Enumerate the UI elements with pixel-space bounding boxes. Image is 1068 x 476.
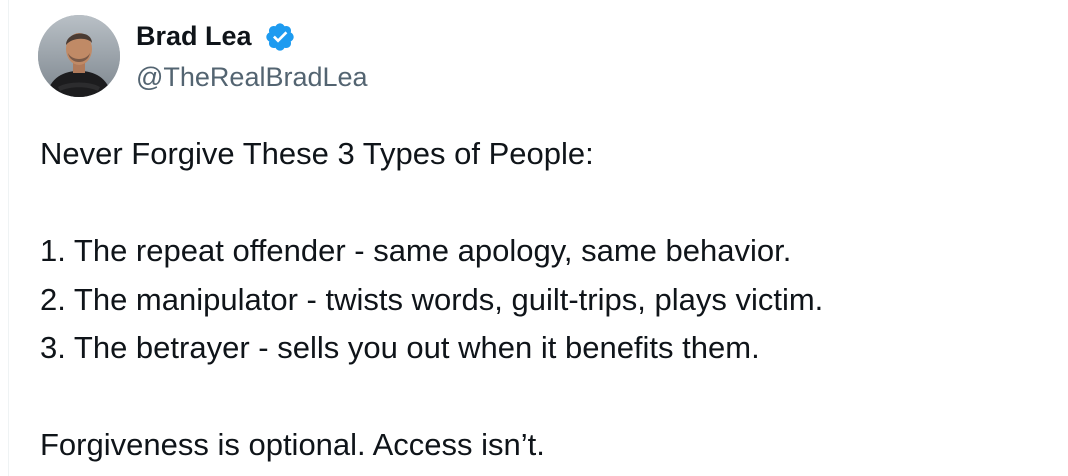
tweet-line: 2. The manipulator - twists words, guilt… — [40, 281, 824, 317]
author-handle[interactable]: @TheRealBradLea — [136, 60, 368, 94]
tweet-line: 3. The betrayer - sells you out when it … — [40, 330, 760, 365]
tweet-line: Never Forgive These 3 Types of People: — [40, 136, 594, 171]
tweet-line: Forgiveness is optional. Access isn’t. — [40, 427, 545, 462]
tweet-line — [40, 373, 1040, 422]
tweet-text: Never Forgive These 3 Types of People: 1… — [40, 130, 1040, 470]
tweet-line — [40, 179, 1040, 228]
verified-badge-icon — [266, 23, 294, 51]
author-avatar[interactable] — [38, 15, 120, 97]
tweet-line: 1. The repeat offender - same apology, s… — [40, 233, 792, 268]
avatar-photo-icon — [38, 15, 120, 97]
author-name[interactable]: Brad Lea — [136, 19, 252, 53]
tweet-card: Brad Lea @TheRealBradLea Never Forgive T… — [0, 0, 1068, 476]
